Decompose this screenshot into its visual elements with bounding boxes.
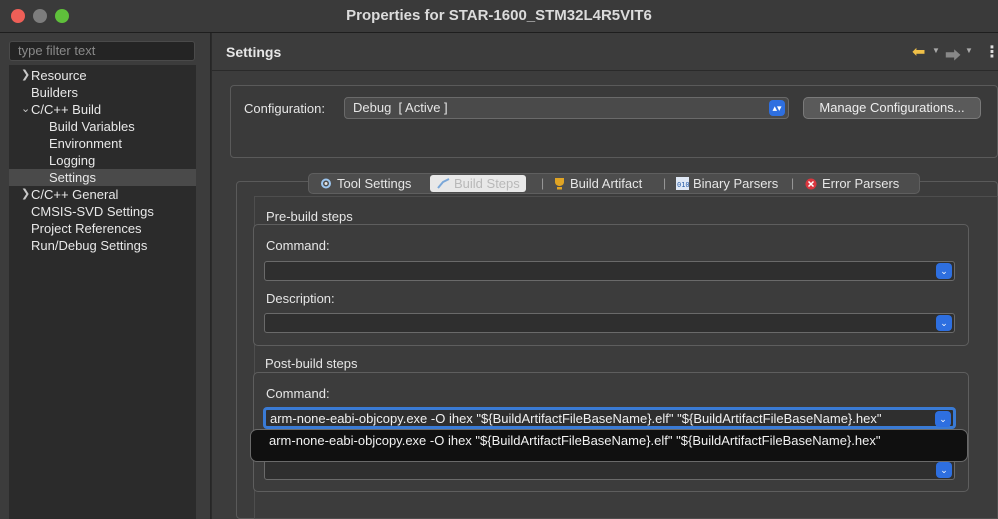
configuration-label: Configuration: (244, 101, 325, 116)
chevron-right-icon[interactable]: ❯ (21, 186, 31, 203)
sidebar-item-run-debug[interactable]: Run/Debug Settings (31, 237, 147, 254)
chevron-down-icon[interactable]: ▼ (932, 46, 940, 55)
pre-build-description-label: Description: (266, 291, 335, 306)
tab-separator: | (663, 176, 667, 190)
pre-build-title: Pre-build steps (266, 209, 353, 224)
tab-error-parsers[interactable]: Error Parsers (804, 175, 899, 192)
tab-separator: | (791, 176, 795, 190)
page-title: Settings (226, 44, 282, 60)
title-bar: Properties for STAR-1600_STM32L4R5VIT6 (0, 0, 998, 33)
sidebar-item-logging[interactable]: Logging (49, 152, 95, 169)
post-build-command-label: Command: (266, 386, 330, 401)
arrow-left-icon[interactable]: ⬅ (912, 42, 925, 62)
suggestion-item[interactable]: arm-none-eabi-objcopy.exe -O ihex "${Bui… (269, 433, 880, 448)
tab-build-artifact[interactable]: Build Artifact (552, 175, 642, 192)
tool-settings-icon (321, 178, 331, 189)
kebab-menu-icon[interactable]: ⋮ (984, 42, 998, 62)
tab-binary-parsers[interactable]: 010 Binary Parsers (675, 175, 778, 192)
window-title: Properties for STAR-1600_STM32L4R5VIT6 (346, 7, 652, 24)
chevron-down-icon[interactable]: ⌄ (936, 315, 952, 331)
tab-separator: | (541, 176, 545, 190)
arrow-right-icon[interactable]: ⮕ (945, 42, 961, 66)
sidebar-item-cpp-build[interactable]: ⌄ C/C++ Build (9, 101, 196, 118)
select-arrows-icon: ▴▾ (769, 100, 785, 116)
sidebar-tree: ❯ Resource Builders ⌄ C/C++ Build Build … (9, 65, 196, 519)
svg-text:010: 010 (677, 181, 690, 189)
pre-build-group: Command: ⌄ Description: ⌄ (253, 224, 969, 346)
settings-header: Settings ⬅ ▼ ⮕ ▼ ⋮ (212, 33, 998, 71)
tab-bar: Tool Settings Build Steps | Build Artifa… (308, 173, 920, 194)
chevron-down-icon[interactable]: ⌄ (936, 462, 952, 478)
chevron-down-icon[interactable]: ⌄ (935, 411, 951, 427)
pre-build-command-input[interactable]: ⌄ (264, 261, 955, 281)
sidebar: type filter text ❯ Resource Builders ⌄ C… (0, 33, 211, 519)
sidebar-item-cpp-general[interactable]: ❯ C/C++ General (9, 186, 196, 203)
manage-configurations-button[interactable]: Manage Configurations... (803, 97, 981, 119)
tab-tool-settings[interactable]: Tool Settings (319, 175, 411, 192)
post-build-command-input[interactable]: arm-none-eabi-objcopy.exe -O ihex "${Bui… (264, 408, 955, 428)
pre-build-command-label: Command: (266, 238, 330, 253)
sidebar-item-cmsis-svd[interactable]: CMSIS-SVD Settings (31, 203, 154, 220)
sidebar-item-resource[interactable]: ❯ Resource (9, 67, 196, 84)
sidebar-item-build-variables[interactable]: Build Variables (49, 118, 135, 135)
configuration-box: Configuration: Debug [ Active ] ▴▾ Manag… (230, 85, 998, 158)
build-steps-icon (437, 178, 450, 189)
chevron-down-icon[interactable]: ⌄ (21, 101, 31, 118)
binary-icon: 010 (676, 177, 690, 190)
pre-build-description-input[interactable]: ⌄ (264, 313, 955, 333)
command-suggestion-dropdown: arm-none-eabi-objcopy.exe -O ihex "${Bui… (250, 429, 968, 462)
post-build-title: Post-build steps (265, 356, 358, 371)
trophy-icon (555, 178, 564, 190)
chevron-down-icon[interactable]: ⌄ (936, 263, 952, 279)
post-build-description-input[interactable]: ⌄ (264, 460, 955, 480)
sidebar-item-builders[interactable]: Builders (31, 84, 78, 101)
sidebar-item-project-references[interactable]: Project References (31, 220, 142, 237)
error-icon (805, 178, 817, 190)
configuration-select[interactable]: Debug [ Active ] ▴▾ (344, 97, 789, 119)
tab-build-steps[interactable]: Build Steps (430, 175, 526, 192)
chevron-right-icon[interactable]: ❯ (21, 67, 31, 84)
filter-input[interactable]: type filter text (9, 41, 195, 61)
sidebar-item-settings[interactable]: Settings (9, 169, 196, 186)
sidebar-item-environment[interactable]: Environment (49, 135, 122, 152)
chevron-down-icon[interactable]: ▼ (965, 46, 973, 55)
